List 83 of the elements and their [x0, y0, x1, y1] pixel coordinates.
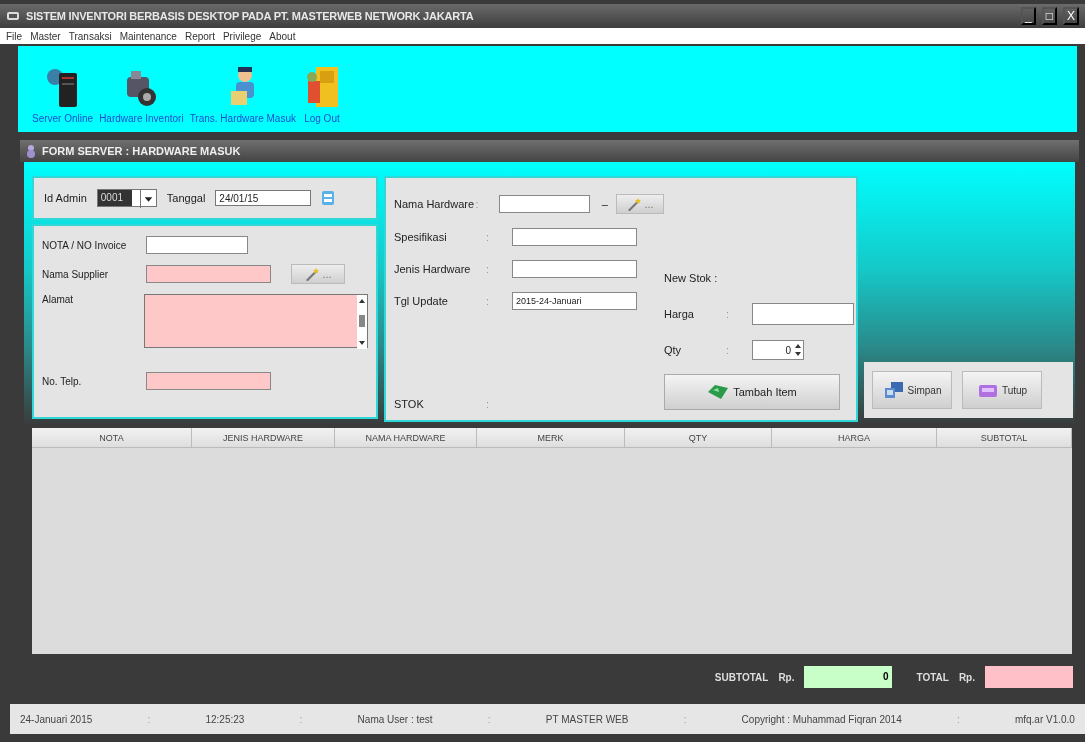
date-field[interactable]: 24/01/15 — [215, 190, 312, 206]
toolbar-button[interactable]: Trans. Hardware Masuk — [189, 65, 296, 124]
column-header[interactable]: MERK — [477, 428, 625, 447]
currency-label: Rp. — [778, 671, 795, 683]
menu-item[interactable]: About — [269, 30, 296, 42]
field-label: Tgl Update — [394, 295, 449, 308]
add-item-button[interactable]: Tambah Item — [664, 374, 840, 410]
close-button[interactable]: Tutup — [962, 371, 1042, 409]
status-text: PT MASTER WEB — [545, 713, 629, 725]
input-field[interactable] — [752, 303, 854, 325]
field-label: STOK — [394, 397, 425, 410]
calendar-icon — [321, 190, 336, 206]
status-text: Nama User : test — [357, 713, 433, 725]
status-text: 24-Januari 2015 — [20, 713, 93, 725]
window-title: SISTEM INVENTORI BERBASIS DESKTOP PADA PT. MASTERWEB NETWORK JAKARTA — [26, 10, 475, 22]
field-label: NOTA / NO Invoice — [42, 239, 128, 251]
field-label: Nama Supplier — [42, 268, 110, 280]
column-header[interactable]: NOTA — [32, 428, 192, 447]
wand-icon — [626, 197, 643, 212]
separator-colon: : — [487, 713, 491, 725]
dash-separator: – — [601, 198, 608, 211]
text-area[interactable] — [143, 294, 368, 348]
gem-icon — [707, 384, 730, 400]
separator-colon: : — [486, 230, 491, 243]
column-header[interactable]: SUBTOTAL — [937, 428, 1072, 447]
save-button[interactable]: Simpan — [872, 371, 952, 409]
field-label: Spesifikasi — [394, 230, 448, 243]
number-spinner[interactable]: 0 — [752, 340, 804, 360]
field-label: Alamat — [42, 294, 75, 305]
scrollbar — [357, 295, 367, 349]
currency-label: Rp. — [958, 671, 975, 683]
input-field[interactable] — [512, 260, 637, 278]
field-label: Nama Hardware — [394, 198, 476, 211]
separator-colon: : — [486, 397, 491, 410]
separator-colon: : — [147, 713, 151, 725]
toolbar-button[interactable]: Hardware Inventori — [99, 65, 184, 124]
input-field[interactable] — [146, 236, 248, 254]
column-header[interactable]: JENIS HARDWARE — [192, 428, 335, 447]
status-text: mfq.ar V1.0.0 — [1014, 713, 1075, 725]
toolbar-button[interactable]: Server Online — [32, 65, 94, 124]
total-label: SUBTOTAL — [714, 671, 769, 683]
form-icon — [24, 143, 38, 159]
column-header[interactable]: QTY — [625, 428, 772, 447]
separator-colon: : — [956, 713, 960, 725]
field-label: Harga — [664, 308, 695, 320]
menu-item[interactable]: File — [6, 30, 23, 42]
separator-colon: : — [486, 263, 491, 275]
separator-colon: : — [683, 713, 687, 725]
input-field[interactable] — [498, 195, 590, 214]
admin-dropdown[interactable]: 0001 — [96, 189, 157, 207]
status-text: Copyright : Muhammad Fiqran 2014 — [741, 713, 902, 725]
field-label: Tanggal — [166, 192, 206, 204]
total-label: TOTAL — [916, 671, 949, 683]
menu-item[interactable]: Transaksi — [68, 30, 112, 42]
minimize-button[interactable]: _ — [1021, 7, 1036, 25]
computer-icon — [882, 380, 905, 400]
column-header[interactable]: NAMA HARDWARE — [335, 428, 477, 447]
field-label: Jenis Hardware — [394, 263, 472, 275]
status-text: 12:25:23 — [205, 713, 245, 725]
field-label: Qty — [664, 344, 683, 356]
separator-colon: : — [475, 198, 480, 211]
field-label: New Stok : — [664, 272, 719, 284]
separator-colon: : — [726, 344, 731, 356]
toolbar-button[interactable]: Log Out — [301, 65, 342, 124]
separator-colon: : — [299, 713, 303, 725]
separator-colon: : — [486, 295, 491, 308]
field-label: Id Admin — [44, 192, 87, 204]
menu-item[interactable]: Master — [30, 30, 61, 42]
menu-item[interactable]: Report — [184, 30, 215, 42]
menu-item[interactable]: Privilege — [222, 30, 262, 42]
separator-colon: : — [726, 308, 731, 320]
input-field[interactable] — [146, 372, 271, 390]
column-header[interactable]: HARGA — [772, 428, 937, 447]
maximize-button[interactable]: □ — [1041, 7, 1057, 25]
form-title: FORM SERVER : HARDWARE MASUK — [42, 145, 241, 157]
input-field[interactable] — [512, 227, 637, 246]
total-field: 0 — [804, 666, 893, 688]
close-button[interactable]: X — [1063, 7, 1079, 25]
input-field[interactable]: 2015-24-Januari — [512, 292, 637, 311]
field-label: No. Telp. — [42, 375, 83, 387]
input-field[interactable] — [146, 265, 271, 283]
wand-icon — [304, 267, 321, 281]
menu-item[interactable]: Maintenance — [119, 30, 177, 42]
